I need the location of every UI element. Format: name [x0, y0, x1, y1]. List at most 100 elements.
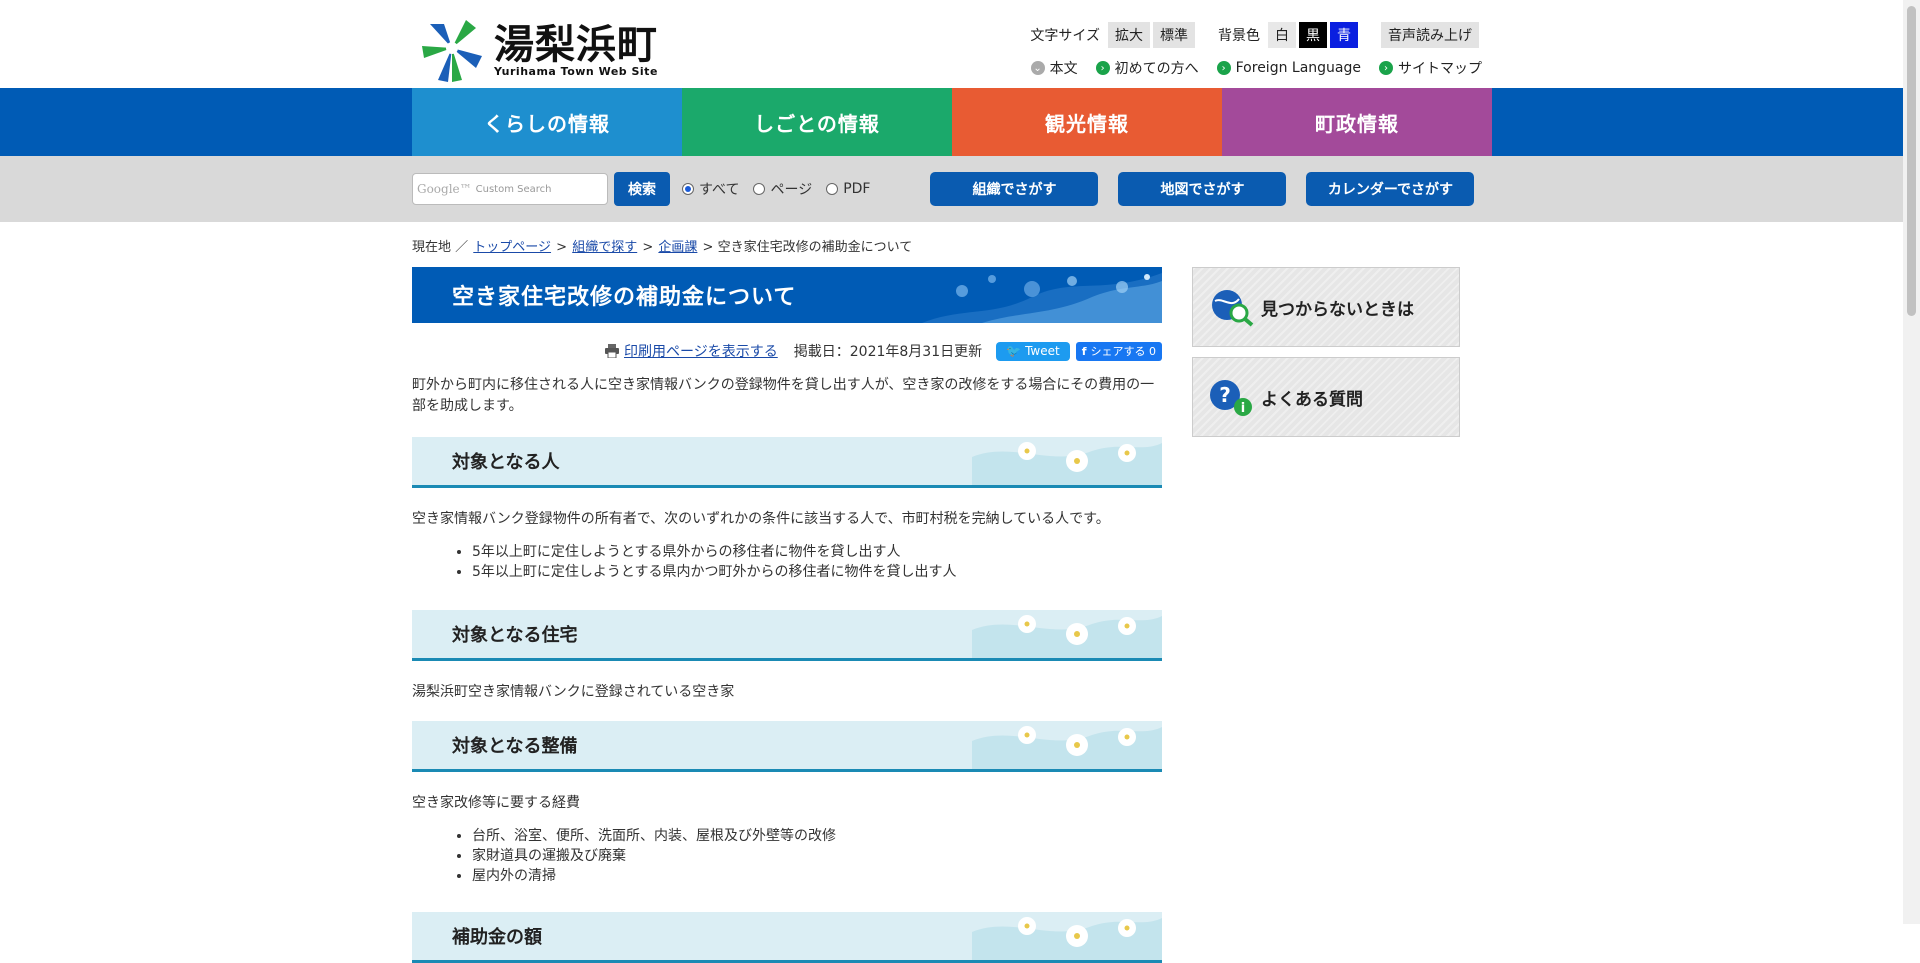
- radio-page[interactable]: ページ: [753, 179, 812, 199]
- radio-label: ページ: [770, 182, 813, 198]
- skip-to-content-link[interactable]: ⌄ 本文: [1030, 58, 1078, 78]
- utility-link-label: Foreign Language: [1235, 60, 1361, 76]
- nav-tourism[interactable]: 観光情報: [952, 88, 1222, 156]
- font-enlarge-button[interactable]: 拡大: [1108, 22, 1150, 48]
- section-heading-text: 補助金の額: [452, 927, 542, 948]
- site-subtitle: Yurihama Town Web Site: [494, 64, 658, 78]
- condition-list: 5年以上町に定住しようとする県外からの移住者に物件を貸し出す人 5年以上町に定住…: [412, 542, 1162, 582]
- sitemap-link[interactable]: › サイトマップ: [1379, 58, 1482, 78]
- facebook-share-button[interactable]: f シェアする 0: [1075, 341, 1162, 361]
- breadcrumb: 現在地 ／ トップページ > 組織で探す > 企画課 > 空き家住宅改修の補助金…: [412, 240, 913, 255]
- printer-icon: [605, 344, 620, 358]
- utility-link-label: サイトマップ: [1398, 61, 1482, 77]
- chevron-right-icon: ›: [1216, 61, 1231, 75]
- section-heading: 対象となる整備: [412, 721, 1162, 772]
- section-heading-text: 対象となる人: [452, 452, 560, 473]
- section-heading-text: 対象となる住宅: [452, 625, 578, 646]
- sidebar-item-label: 見つからないときは: [1261, 299, 1414, 320]
- utility-links: ⌄ 本文 › 初めての方へ › Foreign Language › サイトマッ…: [1013, 58, 1482, 78]
- svg-text:?: ?: [1219, 383, 1231, 407]
- sidebar: 見つからないときは ? i よくある質問: [1192, 267, 1460, 963]
- bg-blue-button[interactable]: 青: [1330, 22, 1358, 48]
- breadcrumb-link-organization[interactable]: 組織で探す: [572, 240, 637, 255]
- first-visit-link[interactable]: › 初めての方へ: [1095, 58, 1199, 78]
- list-item: 台所、浴室、便所、洗面所、内装、屋根及び外壁等の改修: [472, 826, 1162, 846]
- page-scrollbar[interactable]: [1903, 0, 1920, 924]
- expense-list: 台所、浴室、便所、洗面所、内装、屋根及び外壁等の改修 家財道具の運搬及び廃棄 屋…: [412, 826, 1162, 886]
- voice-reader-button[interactable]: 音声読み上げ: [1381, 22, 1479, 48]
- site-logo[interactable]: 湯梨浜町 Yurihama Town Web Site: [418, 18, 658, 82]
- breadcrumb-link-top[interactable]: トップページ: [473, 240, 551, 255]
- search-by-organization-button[interactable]: 組織でさがす: [930, 172, 1099, 206]
- nav-work[interactable]: しごとの情報: [682, 88, 952, 156]
- search-button[interactable]: 検索: [614, 172, 670, 206]
- breadcrumb-link-planning[interactable]: 企画課: [658, 240, 697, 255]
- breadcrumb-current: 空き家住宅改修の補助金について: [717, 240, 913, 255]
- faq-link[interactable]: ? i よくある質問: [1192, 357, 1460, 437]
- share-label: シェアする 0: [1090, 345, 1157, 358]
- radio-circle: [826, 183, 839, 195]
- search-bar: Google™ Custom Search 検索 すべて ページ PDF 組織で…: [0, 156, 1920, 222]
- sidebar-item-label: よくある質問: [1261, 389, 1363, 410]
- radio-all[interactable]: すべて: [682, 179, 739, 199]
- print-page-label[interactable]: 印刷用ページを表示する: [624, 341, 778, 361]
- site-name: 湯梨浜町: [494, 20, 658, 68]
- utility-link-label: 初めての方へ: [1114, 61, 1199, 77]
- page-meta: 印刷用ページを表示する 掲載日：2021年8月31日更新 🐦 Tweet f シェア…: [412, 341, 1162, 361]
- facebook-icon: f: [1081, 344, 1087, 358]
- radio-circle: [753, 183, 766, 195]
- flower-decoration-icon: [972, 442, 1162, 485]
- global-nav: くらしの情報 しごとの情報 観光情報 町政情報: [412, 88, 1492, 156]
- search-input[interactable]: Google™ Custom Search: [412, 173, 608, 205]
- section-text: 空き家情報バンク登録物件の所有者で、次のいずれかの条件に該当する人で、市町村税を…: [412, 511, 1110, 527]
- scrollbar-thumb[interactable]: [1907, 6, 1916, 316]
- main-content: 空き家住宅改修の補助金について 印刷用ページを表示する 掲載日：2021年8月3…: [412, 267, 1162, 963]
- flower-decoration-icon: [972, 615, 1162, 658]
- global-nav-bar: くらしの情報 しごとの情報 観光情報 町政情報: [0, 88, 1920, 156]
- nav-living[interactable]: くらしの情報: [412, 88, 682, 156]
- utility-link-label: 本文: [1049, 61, 1078, 77]
- flower-decoration-icon: [972, 726, 1162, 769]
- wave-decoration-icon: [922, 273, 1162, 323]
- town-emblem-icon: [422, 20, 482, 82]
- search-by-map-button[interactable]: 地図でさがす: [1118, 172, 1287, 206]
- chevron-down-icon: ⌄: [1030, 61, 1045, 75]
- svg-text:i: i: [1241, 401, 1245, 416]
- radio-circle: [682, 183, 694, 195]
- twitter-bird-icon: 🐦: [1006, 344, 1022, 358]
- updated-date: 掲載日：2021年8月31日更新: [793, 344, 983, 360]
- print-page-link[interactable]: 印刷用ページを表示する: [604, 341, 778, 361]
- radio-label: すべて: [699, 182, 740, 198]
- flower-decoration-icon: [972, 917, 1162, 960]
- section-heading: 補助金の額: [412, 912, 1162, 963]
- list-item: 5年以上町に定住しようとする県外からの移住者に物件を貸し出す人: [472, 542, 1162, 562]
- google-label: Google™: [417, 182, 472, 196]
- section-heading: 対象となる人: [412, 437, 1162, 488]
- bg-color-label: 背景色: [1218, 28, 1260, 44]
- radio-label: PDF: [843, 181, 871, 197]
- breadcrumb-prefix: 現在地 ／: [412, 240, 469, 255]
- chevron-right-icon: ›: [1379, 61, 1393, 75]
- not-found-help-link[interactable]: 見つからないときは: [1192, 267, 1460, 347]
- section-text: 湯梨浜町空き家情報バンクに登録されている空き家: [412, 684, 735, 700]
- search-scope: すべて ページ PDF: [682, 179, 884, 199]
- nav-government[interactable]: 町政情報: [1222, 88, 1492, 156]
- accessibility-bar: 文字サイズ 拡大 標準 背景色 白 黒 青 音声読み上げ: [1030, 22, 1482, 48]
- bg-black-button[interactable]: 黒: [1299, 22, 1327, 48]
- tweet-button[interactable]: 🐦 Tweet: [996, 341, 1070, 361]
- question-info-icon: ? i: [1210, 380, 1252, 416]
- tweet-label: Tweet: [1025, 344, 1060, 358]
- radio-pdf[interactable]: PDF: [826, 181, 870, 197]
- font-size-label: 文字サイズ: [1030, 28, 1100, 44]
- foreign-language-link[interactable]: › Foreign Language: [1216, 60, 1361, 76]
- search-by-calendar-button[interactable]: カレンダーでさがす: [1306, 172, 1475, 206]
- list-item: 家財道具の運搬及び廃棄: [472, 846, 1162, 866]
- page-title: 空き家住宅改修の補助金について: [452, 285, 797, 310]
- section-heading: 対象となる住宅: [412, 610, 1162, 661]
- list-item: 屋内外の清掃: [472, 866, 1162, 886]
- search-placeholder: Custom Search: [475, 183, 552, 195]
- magnifier-globe-icon: [1212, 290, 1254, 327]
- font-standard-button[interactable]: 標準: [1153, 22, 1195, 48]
- bg-white-button[interactable]: 白: [1268, 22, 1296, 48]
- site-header: 湯梨浜町 Yurihama Town Web Site 文字サイズ 拡大 標準 …: [412, 0, 1492, 88]
